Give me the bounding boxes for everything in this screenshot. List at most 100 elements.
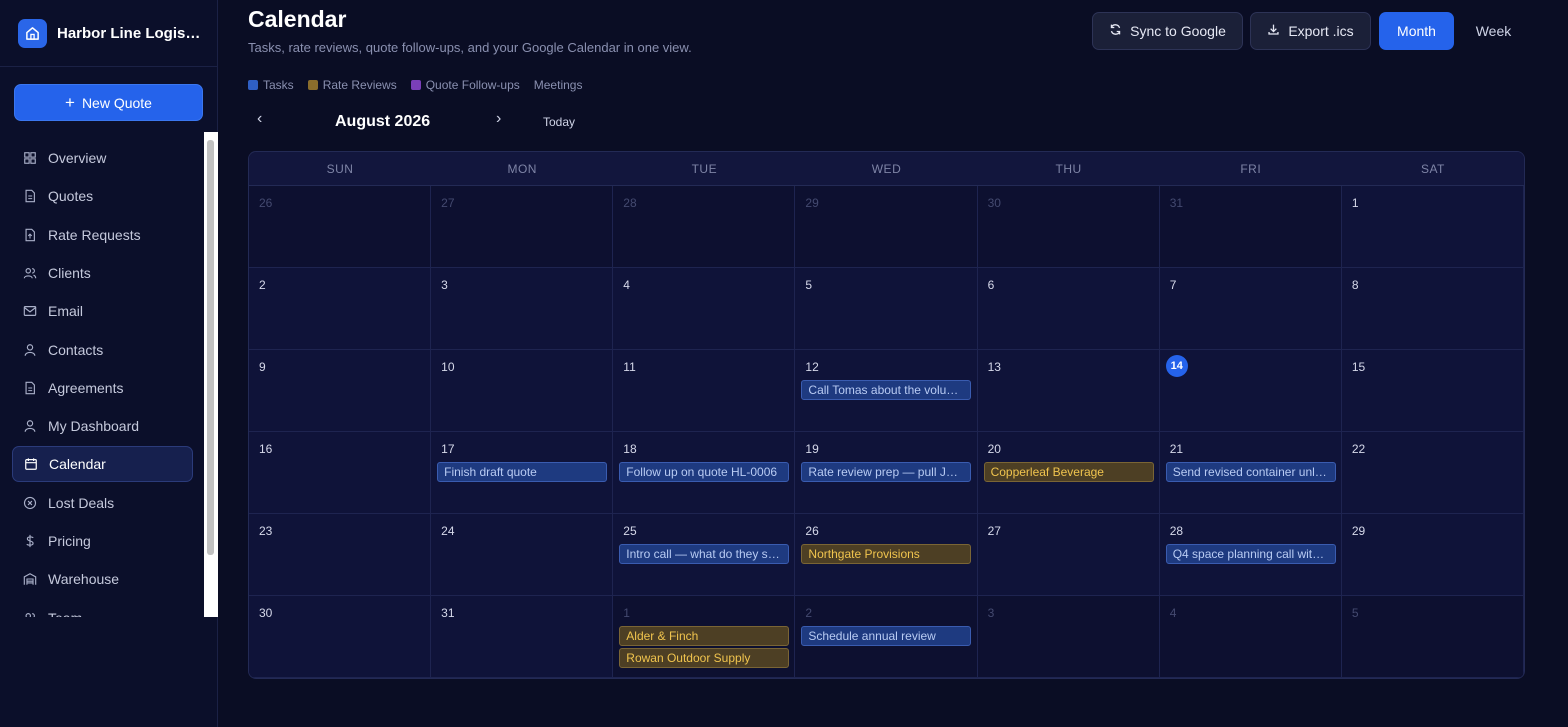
calendar-day-cell[interactable]: 26 <box>249 186 432 268</box>
calendar-day-cell[interactable]: 29 <box>795 186 978 268</box>
sidebar-item-email[interactable]: Email <box>12 293 193 329</box>
calendar-day-cell[interactable]: 25 Intro call — what do they ship? <box>613 514 796 596</box>
calendar-day-cell[interactable]: 24 <box>431 514 614 596</box>
calendar-day-cell[interactable]: 27 <box>977 514 1160 596</box>
rate-review-event[interactable]: Rowan Outdoor Supply <box>619 648 790 668</box>
new-quote-label: New Quote <box>81 94 152 111</box>
chevron-left-icon[interactable]: ‹ <box>257 110 262 128</box>
view-week-button[interactable]: Week <box>1462 12 1525 50</box>
calendar-day-cell[interactable]: 6 <box>977 268 1160 350</box>
sidebar-item-team[interactable]: Team <box>12 600 193 617</box>
day-number: 25 <box>623 524 637 538</box>
rate-review-event[interactable]: Northgate Provisions <box>801 544 972 564</box>
calendar-day-cell[interactable]: 26 Northgate Provisions <box>795 514 978 596</box>
calendar-day-cell[interactable]: 30 <box>977 186 1160 268</box>
day-number: 2 <box>259 278 266 292</box>
sidebar-item-label: Contacts <box>48 341 104 358</box>
calendar-day-cell[interactable]: 28 Q4 space planning call with client <box>1159 514 1342 596</box>
calendar-day-cell[interactable]: 15 <box>1341 350 1524 432</box>
document-icon <box>22 189 37 204</box>
brand[interactable]: Harbor Line Logistics <box>0 0 218 67</box>
calendar-day-cell[interactable]: 2 <box>249 268 432 350</box>
task-event[interactable]: Rate review prep — pull July volumes <box>801 462 972 482</box>
sidebar-item-quotes[interactable]: Quotes <box>12 178 193 214</box>
calendar-day-cell[interactable]: 1 Alder & Finch Rowan Outdoor Supply <box>613 596 796 678</box>
new-quote-button[interactable]: + New Quote <box>14 84 203 121</box>
sidebar-item-contacts[interactable]: Contacts <box>12 332 193 368</box>
calendar-day-cell[interactable]: 13 <box>977 350 1160 432</box>
calendar-day-cell[interactable]: 22 <box>1341 432 1524 514</box>
calendar-day-cell[interactable]: 11 <box>613 350 796 432</box>
day-number: 30 <box>987 196 1001 210</box>
calendar-day-cell[interactable]: 1 <box>1341 186 1524 268</box>
calendar-day-cell[interactable]: 16 <box>249 432 432 514</box>
sidebar-item-rate-requests[interactable]: Rate Requests <box>12 217 193 253</box>
calendar-day-cell[interactable]: 29 <box>1341 514 1524 596</box>
calendar-day-cell[interactable]: 10 <box>431 350 614 432</box>
sidebar-item-label: Lost Deals <box>48 494 115 511</box>
calendar-day-cell[interactable]: 14 <box>1159 350 1342 432</box>
calendar-day-cell[interactable]: 4 <box>1159 596 1342 678</box>
day-number: 23 <box>259 524 273 538</box>
day-number: 28 <box>623 196 637 210</box>
calendar-day-cell[interactable]: 5 <box>795 268 978 350</box>
today-button[interactable]: Today <box>543 115 575 129</box>
sidebar-item-lost-deals[interactable]: Lost Deals <box>12 485 193 521</box>
calendar-day-cell[interactable]: 31 <box>1159 186 1342 268</box>
sidebar-item-overview[interactable]: Overview <box>12 140 193 176</box>
calendar-day-cell[interactable]: 27 <box>431 186 614 268</box>
calendar-day-cell[interactable]: 30 <box>249 596 432 678</box>
task-event[interactable]: Send revised container unloading rates <box>1165 462 1336 482</box>
sidebar-item-warehouse[interactable]: Warehouse <box>12 561 193 597</box>
sidebar-scrollbar-thumb[interactable] <box>207 140 214 555</box>
calendar-day-cell[interactable]: 7 <box>1159 268 1342 350</box>
chevron-right-icon[interactable]: › <box>496 110 501 128</box>
document-icon <box>22 380 37 395</box>
calendar-day-cell[interactable]: 5 <box>1341 596 1524 678</box>
calendar-day-cell[interactable]: 20 Copperleaf Beverage <box>977 432 1160 514</box>
calendar-day-cell[interactable]: 18 Follow up on quote HL-0006 <box>613 432 796 514</box>
task-event[interactable]: Follow up on quote HL-0006 <box>619 462 790 482</box>
task-event[interactable]: Call Tomas about the volume forecast <box>801 380 972 400</box>
day-number: 11 <box>623 360 636 374</box>
day-number: 8 <box>1351 278 1359 292</box>
legend-label: Tasks <box>263 78 294 92</box>
sidebar-item-my-dashboard[interactable]: My Dashboard <box>12 408 193 444</box>
view-month-button[interactable]: Month <box>1379 12 1454 50</box>
rate-review-event[interactable]: Copperleaf Beverage <box>983 462 1154 482</box>
task-event[interactable]: Schedule annual review <box>801 626 972 646</box>
export-ics-button[interactable]: Export .ics <box>1250 12 1371 50</box>
sidebar-item-clients[interactable]: Clients <box>12 255 193 291</box>
calendar-day-cell[interactable]: 23 <box>249 514 432 596</box>
calendar-day-cell[interactable]: 2 Schedule annual review <box>795 596 978 678</box>
task-event[interactable]: Finish draft quote <box>437 462 608 482</box>
calendar-day-cell[interactable]: 3 <box>977 596 1160 678</box>
sidebar-item-calendar[interactable]: Calendar <box>12 446 193 483</box>
mail-icon <box>22 304 37 319</box>
legend-item: Rate Reviews <box>307 78 397 92</box>
sync-google-button[interactable]: Sync to Google <box>1092 12 1243 50</box>
task-event[interactable]: Q4 space planning call with client <box>1165 544 1336 564</box>
page-subtitle: Tasks, rate reviews, quote follow-ups, a… <box>248 40 692 55</box>
view-month-label: Month <box>1397 23 1436 39</box>
calendar-day-cell[interactable]: 21 Send revised container unloading rates <box>1159 432 1342 514</box>
sidebar-item-agreements[interactable]: Agreements <box>12 370 193 406</box>
calendar-day-cell[interactable]: 3 <box>431 268 614 350</box>
calendar-day-cell[interactable]: 31 <box>431 596 614 678</box>
day-number: 22 <box>1351 442 1366 456</box>
calendar-day-cell[interactable]: 19 Rate review prep — pull July volumes <box>795 432 978 514</box>
calendar-day-cell[interactable]: 12 Call Tomas about the volume forecast <box>795 350 978 432</box>
calendar-day-cell[interactable]: 17 Finish draft quote <box>431 432 614 514</box>
calendar-day-cell[interactable]: 4 <box>613 268 796 350</box>
day-number: 3 <box>441 278 448 292</box>
calendar-day-cell[interactable]: 28 <box>613 186 796 268</box>
task-event[interactable]: Intro call — what do they ship? <box>619 544 790 564</box>
sidebar-item-pricing[interactable]: Pricing <box>12 523 193 559</box>
sidebar-item-label: Calendar <box>49 456 106 473</box>
sync-google-label: Sync to Google <box>1130 23 1226 39</box>
sidebar-item-label: Warehouse <box>48 571 120 588</box>
calendar-day-cell[interactable]: 8 <box>1341 268 1524 350</box>
rate-review-event[interactable]: Alder & Finch <box>619 626 790 646</box>
sidebar-item-label: Agreements <box>48 379 124 396</box>
calendar-day-cell[interactable]: 9 <box>249 350 432 432</box>
